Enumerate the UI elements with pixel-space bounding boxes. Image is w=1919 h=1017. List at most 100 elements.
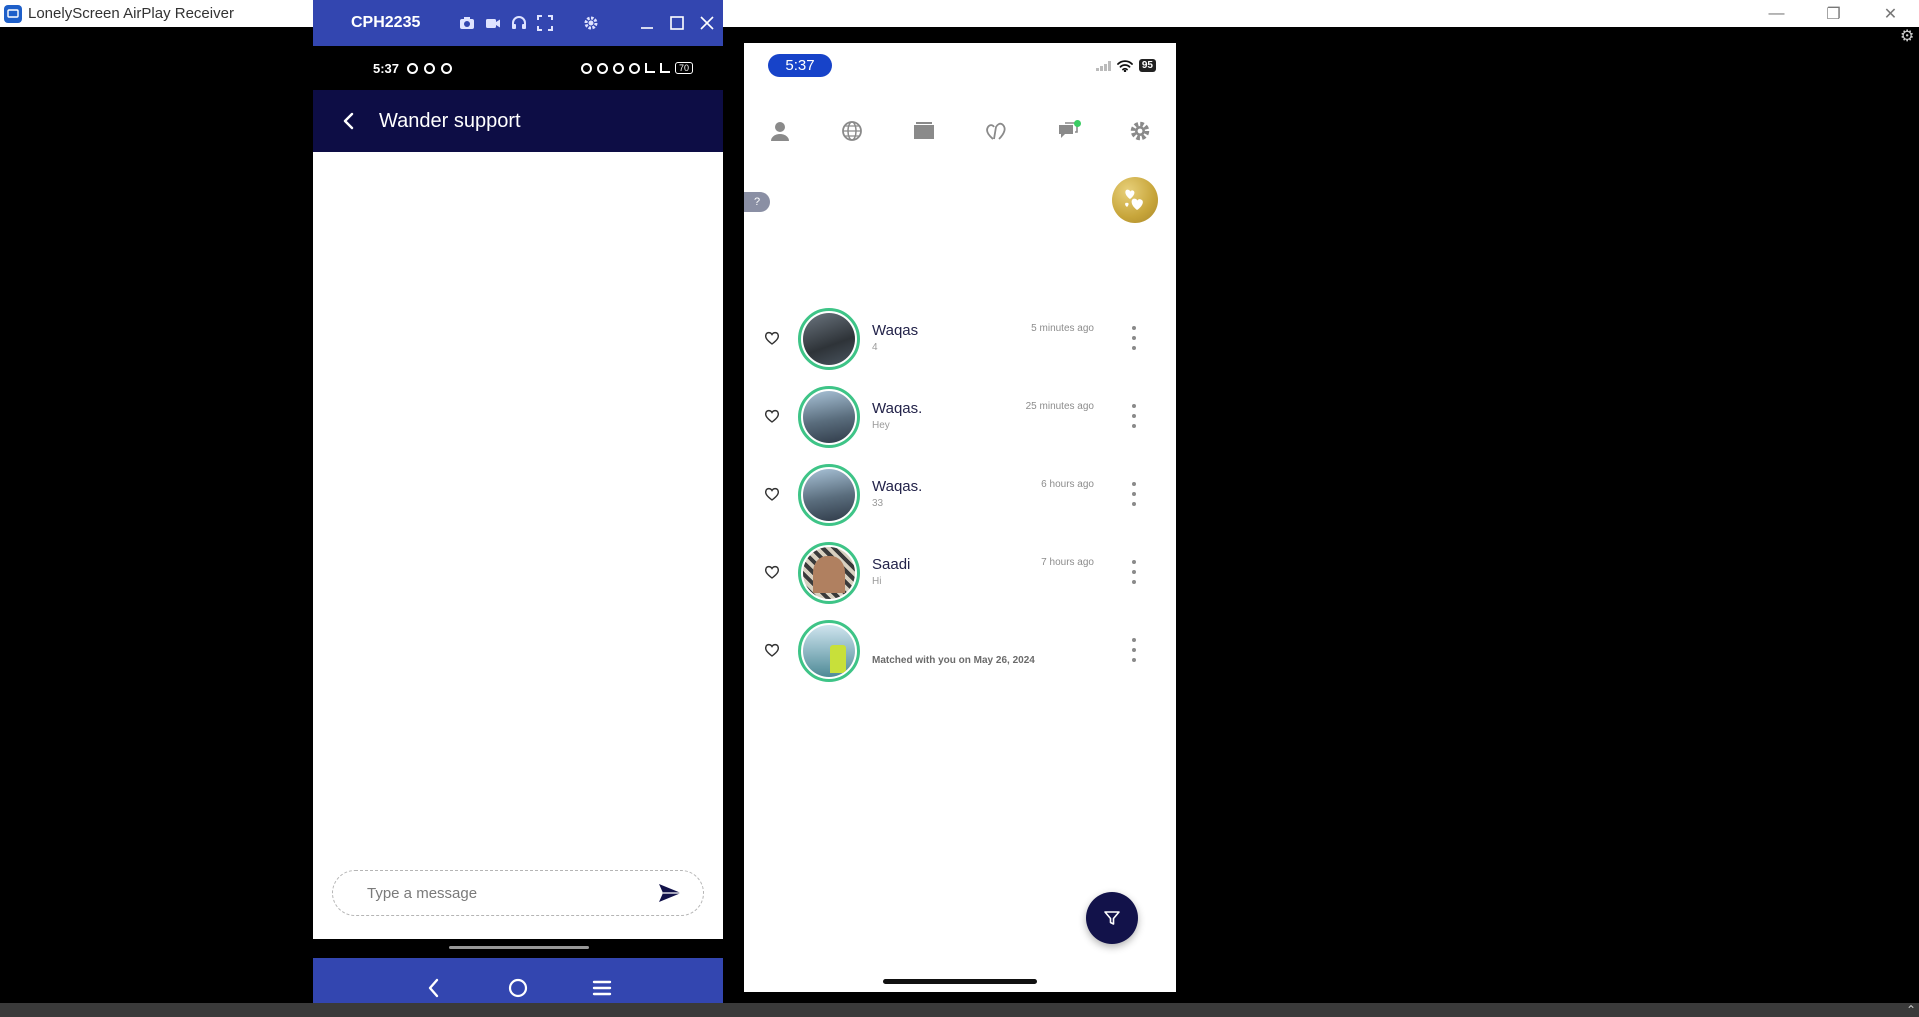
android-notification-icons — [407, 62, 453, 74]
lonelyscreen-app-icon — [4, 4, 22, 23]
last-message: 4 — [872, 342, 878, 353]
minimize-icon[interactable] — [637, 13, 657, 33]
more-vertical-icon[interactable] — [1130, 638, 1138, 662]
help-tab[interactable]: ? — [744, 192, 770, 212]
match-name: Waqas — [872, 322, 919, 339]
last-message: 33 — [872, 498, 884, 509]
message-time: 25 minutes ago — [1025, 401, 1094, 412]
more-vertical-icon[interactable] — [1130, 560, 1138, 584]
nav-home-icon[interactable] — [506, 976, 530, 1000]
chat-messages-area[interactable] — [313, 152, 723, 870]
match-row[interactable]: Saadi Hi 7 hours ago — [744, 542, 1176, 606]
fullscreen-icon[interactable] — [537, 15, 553, 31]
host-restore-button[interactable]: ❐ — [1805, 0, 1862, 27]
scrcpy-device-title: CPH2235 — [351, 14, 421, 31]
android-status-bar: 5:37 70 — [313, 46, 723, 90]
headphones-icon[interactable] — [511, 15, 527, 31]
last-message: Hey — [872, 420, 890, 431]
close-icon: ✕ — [1883, 5, 1898, 23]
match-row[interactable]: Waqas. 33 6 hours ago — [744, 464, 1176, 528]
heart-outline-icon[interactable] — [764, 486, 780, 502]
signal-icon — [659, 63, 670, 73]
chat-header: Wander support — [313, 90, 723, 152]
notification-icon — [407, 62, 419, 74]
filter-icon — [1104, 911, 1120, 925]
nav-back-icon[interactable] — [422, 976, 446, 1000]
message-input[interactable] — [367, 884, 627, 902]
profile-icon[interactable] — [765, 116, 795, 146]
scrcpy-toolbar — [459, 15, 599, 31]
messenger-icon — [441, 62, 453, 74]
message-time: 6 hours ago — [1041, 479, 1094, 490]
match-row[interactable]: Matched with you on May 26, 2024 — [744, 620, 1176, 684]
android-system-icons: 70 — [580, 46, 693, 90]
message-composer — [332, 870, 704, 916]
host-titlebar: LonelyScreen AirPlay Receiver — ❐ ✕ — [0, 0, 1919, 27]
message-time: 7 hours ago — [1041, 557, 1094, 568]
avatar[interactable] — [798, 620, 860, 682]
android-mirror-window: CPH2235 5:37 70 Wander support Type a me… — [313, 0, 723, 1017]
heart-outline-icon[interactable] — [764, 642, 780, 658]
match-row[interactable]: Waqas. Hey 25 minutes ago — [744, 386, 1176, 450]
gear-icon[interactable] — [583, 15, 599, 31]
battery-icon: 70 — [674, 62, 693, 74]
scrcpy-titlebar: CPH2235 — [313, 0, 723, 46]
android-gesture-area — [313, 939, 723, 958]
mute-icon — [596, 62, 608, 74]
host-settings-gear-icon[interactable]: ⚙ — [1900, 29, 1916, 45]
cellular-signal-icon — [1095, 60, 1111, 71]
home-indicator[interactable] — [883, 979, 1037, 984]
back-arrow-icon[interactable] — [339, 111, 359, 131]
matches-icon[interactable] — [981, 116, 1011, 146]
notification-icon — [424, 62, 436, 74]
chat-title: Wander support — [379, 109, 521, 132]
minimize-icon: — — [1768, 4, 1785, 22]
host-bottom-bar — [0, 1003, 1919, 1017]
avatar[interactable] — [798, 464, 860, 526]
more-vertical-icon[interactable] — [1130, 404, 1138, 428]
heart-outline-icon[interactable] — [764, 330, 780, 346]
matched-date-text: Matched with you on May 26, 2024 — [872, 655, 1035, 666]
send-icon[interactable] — [657, 882, 683, 904]
host-expand-caret-icon[interactable]: ⌃ — [1906, 1003, 1916, 1017]
host-window-title: LonelyScreen AirPlay Receiver — [28, 5, 234, 22]
cards-icon[interactable] — [909, 116, 939, 146]
nav-recents-icon[interactable] — [590, 976, 614, 1000]
camera-icon[interactable] — [459, 15, 475, 31]
hearts-icon — [1125, 189, 1143, 210]
last-message: Hi — [872, 576, 882, 587]
match-row[interactable]: Waqas 4 5 minutes ago — [744, 308, 1176, 372]
match-name: Saadi — [872, 556, 911, 573]
signal-icon — [644, 63, 655, 73]
avatar[interactable] — [798, 386, 860, 448]
heart-outline-icon[interactable] — [764, 564, 780, 580]
more-vertical-icon[interactable] — [1130, 326, 1138, 350]
alarm-icon — [580, 62, 592, 74]
gesture-handle[interactable] — [449, 946, 589, 949]
chat-notification-dot — [1074, 120, 1081, 127]
restore-icon: ❐ — [1826, 5, 1841, 23]
host-minimize-button[interactable]: — — [1748, 0, 1805, 27]
globe-icon[interactable] — [837, 116, 867, 146]
gear-icon[interactable] — [1125, 116, 1155, 146]
heart-outline-icon[interactable] — [764, 408, 780, 424]
video-icon[interactable] — [485, 15, 501, 31]
match-name: Waqas. — [872, 478, 923, 495]
more-vertical-icon[interactable] — [1130, 482, 1138, 506]
likes-button[interactable] — [1112, 177, 1158, 223]
ios-top-tabs — [744, 113, 1176, 149]
close-icon[interactable] — [697, 13, 717, 33]
avatar[interactable] — [798, 308, 860, 370]
match-name: Waqas. — [872, 400, 923, 417]
host-close-button[interactable]: ✕ — [1862, 0, 1919, 27]
chat-icon[interactable] — [1053, 116, 1083, 146]
avatar[interactable] — [798, 542, 860, 604]
ios-status-time: 5:37 — [768, 54, 832, 77]
wifi-icon — [1116, 59, 1133, 72]
filter-button[interactable] — [1086, 892, 1138, 944]
battery-icon: 95 — [1138, 59, 1156, 72]
ios-status-icons: 95 — [1095, 59, 1156, 72]
desktop: LonelyScreen AirPlay Receiver — ❐ ✕ ⚙ CP… — [0, 0, 1919, 1017]
maximize-icon[interactable] — [667, 13, 687, 33]
ios-mirror-screen: 5:37 95 ? Waqas 4 5 minutes ago Waqas. H… — [744, 43, 1176, 992]
